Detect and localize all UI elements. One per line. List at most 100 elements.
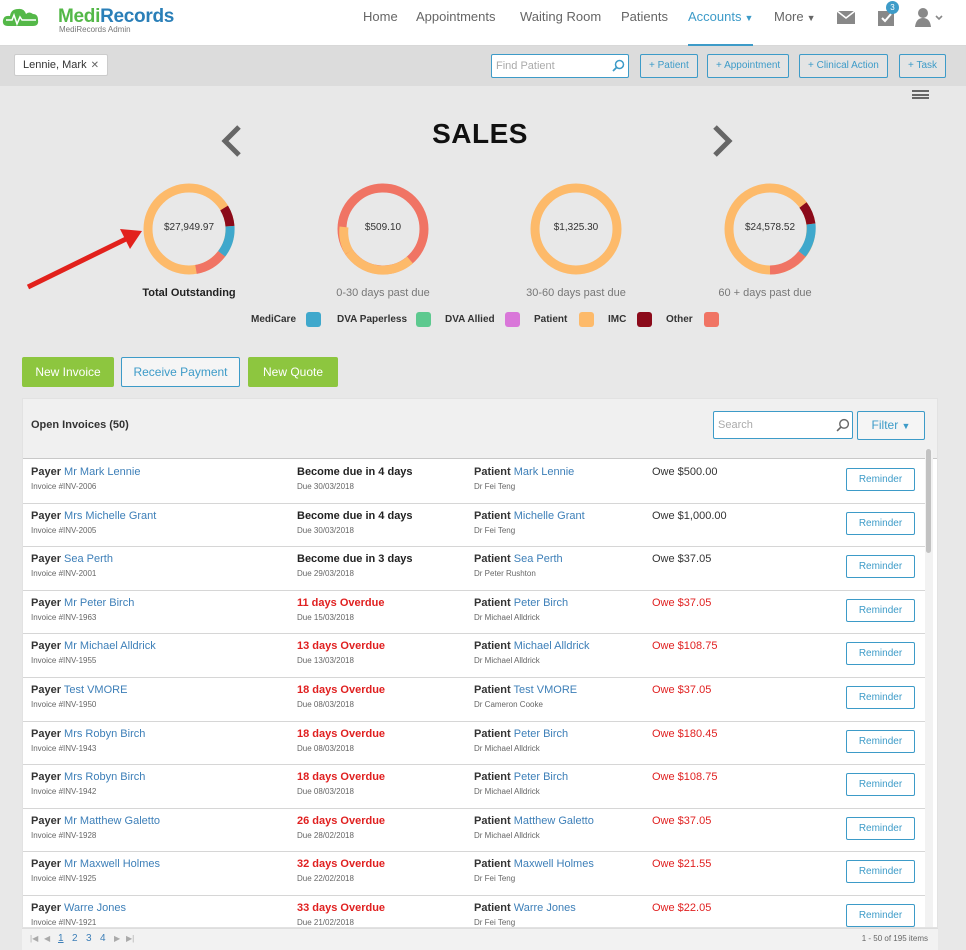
invoice-number[interactable]: Invoice #INV-1943 (31, 744, 145, 753)
page-4[interactable]: 4 (100, 933, 106, 944)
patient-key: Patient (474, 553, 511, 566)
payer-link[interactable]: Mr Matthew Galetto (64, 815, 160, 827)
invoice-number[interactable]: Invoice #INV-2001 (31, 569, 113, 578)
payer-link[interactable]: Mrs Robyn Birch (64, 771, 145, 783)
invoice-row: Payer Test VMORE Invoice #INV-1950 18 da… (23, 678, 925, 722)
patient-link[interactable]: Peter Birch (514, 771, 568, 783)
reminder-button[interactable]: Reminder (846, 598, 915, 622)
reminder-button[interactable]: Reminder (846, 511, 915, 535)
new-invoice-button[interactable]: New Invoice (22, 357, 114, 387)
invoice-number[interactable]: Invoice #INV-1921 (31, 918, 126, 927)
search-icon[interactable] (836, 418, 850, 432)
invoice-number[interactable]: Invoice #INV-1950 (31, 700, 127, 709)
nav-appointments[interactable]: Appointments (416, 0, 496, 36)
next-arrow-icon[interactable] (711, 125, 735, 157)
scrollbar[interactable] (925, 449, 933, 927)
invoice-search-field[interactable] (713, 411, 853, 439)
invoice-list: Payer Mr Mark Lennie Invoice #INV-2006 B… (23, 460, 925, 940)
invoice-row: Payer Mr Mark Lennie Invoice #INV-2006 B… (23, 460, 925, 504)
reminder-button[interactable]: Reminder (846, 555, 915, 579)
mail-icon[interactable] (836, 6, 856, 30)
payer-link[interactable]: Sea Perth (64, 553, 113, 565)
find-patient-field[interactable] (491, 54, 629, 78)
patient-key: Patient (474, 596, 511, 609)
patient-link[interactable]: Test VMORE (514, 684, 578, 696)
patient-key: Patient (474, 858, 511, 871)
payer-link[interactable]: Mrs Michelle Grant (64, 510, 156, 522)
invoice-number[interactable]: Invoice #INV-2005 (31, 526, 156, 535)
invoice-number[interactable]: Invoice #INV-2006 (31, 482, 140, 491)
payer-link[interactable]: Mr Michael Alldrick (64, 640, 156, 652)
hamburger-menu-icon[interactable] (912, 90, 929, 99)
invoice-search-input[interactable] (718, 414, 828, 436)
nav-accounts[interactable]: Accounts ▼ (688, 0, 754, 46)
patient-link[interactable]: Peter Birch (514, 728, 568, 740)
invoice-number[interactable]: Invoice #INV-1963 (31, 613, 134, 622)
patient-link[interactable]: Warre Jones (514, 902, 576, 914)
previous-arrow-icon[interactable] (219, 125, 243, 157)
invoice-number[interactable]: Invoice #INV-1928 (31, 831, 160, 840)
due-status: 32 days Overdue (297, 858, 386, 871)
find-patient-input[interactable] (496, 56, 608, 76)
receive-payment-button[interactable]: Receive Payment (121, 357, 240, 387)
new-quote-button[interactable]: New Quote (248, 357, 338, 387)
invoice-row: Payer Mrs Michelle Grant Invoice #INV-20… (23, 504, 925, 548)
page-3[interactable]: 3 (86, 933, 92, 944)
patient-link[interactable]: Michael Alldrick (514, 640, 590, 652)
owe-cell: Owe $500.00 (652, 466, 717, 478)
patient-toolbar: Lennie, Mark ✕ + Patient + Appointment + … (0, 46, 966, 86)
patient-link[interactable]: Matthew Galetto (514, 815, 594, 827)
reminder-button[interactable]: Reminder (846, 642, 915, 666)
patient-link[interactable]: Mark Lennie (514, 466, 575, 478)
reminder-button[interactable]: Reminder (846, 468, 915, 491)
status-cell: 18 days Overdue Due 08/03/2018 (297, 684, 385, 709)
patient-link[interactable]: Maxwell Holmes (514, 858, 594, 870)
filter-button[interactable]: Filter ▼ (857, 411, 925, 440)
due-status: 18 days Overdue (297, 683, 386, 696)
add-task-button[interactable]: + Task (899, 54, 946, 78)
search-icon[interactable] (612, 59, 625, 72)
reminder-button[interactable]: Reminder (846, 729, 915, 753)
page-1[interactable]: 1 (58, 933, 64, 944)
patient-tag[interactable]: Lennie, Mark ✕ (14, 54, 108, 76)
payer-link[interactable]: Mr Mark Lennie (64, 466, 140, 478)
user-icon[interactable] (914, 6, 946, 30)
last-page-icon[interactable]: ▶| (126, 934, 134, 943)
nav-more[interactable]: More ▼ (774, 0, 816, 36)
owe-amount: Owe $37.05 (652, 553, 712, 566)
add-appointment-button[interactable]: + Appointment (707, 54, 790, 78)
tasks-badge: 3 (886, 1, 899, 14)
page-2[interactable]: 2 (72, 933, 78, 944)
payer-link[interactable]: Mrs Robyn Birch (64, 728, 145, 740)
payer-link[interactable]: Mr Maxwell Holmes (64, 858, 160, 870)
payer-link[interactable]: Warre Jones (64, 902, 126, 914)
patient-tag-label: Lennie, Mark (23, 59, 87, 71)
next-page-icon[interactable]: ▶ (114, 934, 120, 943)
patient-link[interactable]: Sea Perth (514, 553, 563, 565)
payer-link[interactable]: Test VMORE (64, 684, 128, 696)
payer-cell: Payer Mrs Robyn Birch Invoice #INV-1942 (31, 771, 145, 796)
first-page-icon[interactable]: |◀ (30, 934, 38, 943)
nav-waiting-room[interactable]: Waiting Room (520, 0, 601, 36)
logo[interactable]: MediRecords MediRecords Admin (2, 4, 174, 40)
patient-link[interactable]: Peter Birch (514, 597, 568, 609)
close-icon[interactable]: ✕ (91, 60, 99, 71)
invoice-number[interactable]: Invoice #INV-1942 (31, 787, 145, 796)
reminder-button[interactable]: Reminder (846, 685, 915, 709)
payer-link[interactable]: Mr Peter Birch (64, 597, 134, 609)
reminder-button[interactable]: Reminder (846, 816, 915, 840)
prev-page-icon[interactable]: ◀ (44, 934, 50, 943)
invoice-number[interactable]: Invoice #INV-1925 (31, 874, 160, 883)
add-clinical-action-button[interactable]: + Clinical Action (799, 54, 888, 78)
invoice-number[interactable]: Invoice #INV-1955 (31, 656, 156, 665)
nav-patients[interactable]: Patients (621, 0, 668, 36)
reminder-button[interactable]: Reminder (846, 903, 915, 927)
reminder-button[interactable]: Reminder (846, 860, 915, 884)
donut-30-60-value: $1,325.30 (553, 222, 599, 233)
add-patient-button[interactable]: + Patient (640, 54, 698, 78)
nav-home[interactable]: Home (363, 0, 398, 36)
patient-link[interactable]: Michelle Grant (514, 510, 585, 522)
scrollbar-thumb[interactable] (926, 449, 931, 553)
status-cell: 33 days Overdue Due 21/02/2018 (297, 902, 385, 927)
reminder-button[interactable]: Reminder (846, 773, 915, 797)
